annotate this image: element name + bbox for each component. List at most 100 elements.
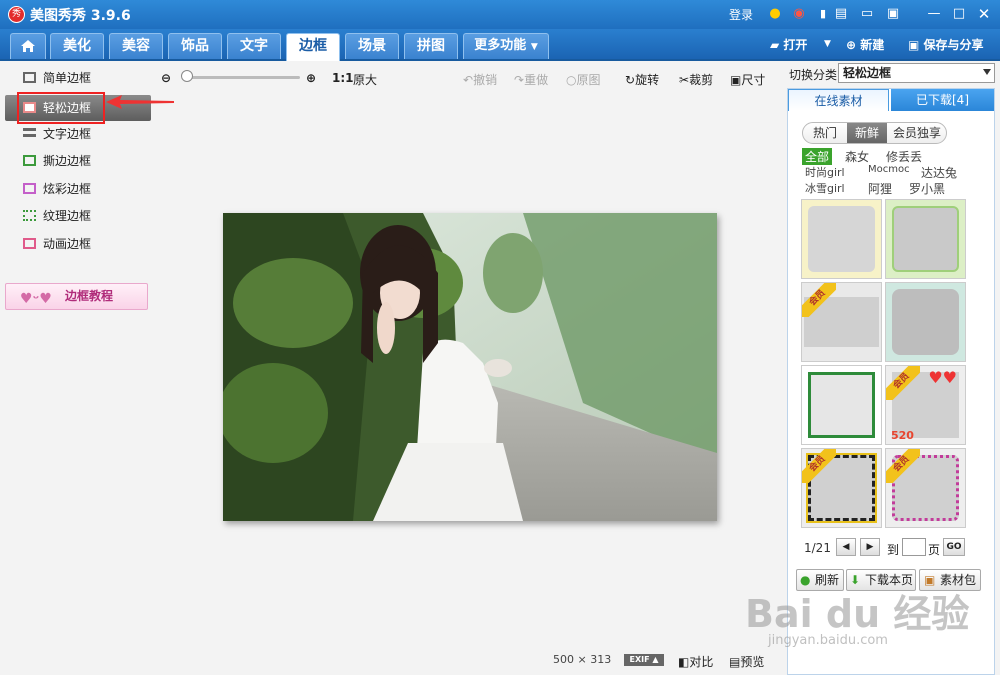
- page-number-input[interactable]: [902, 538, 926, 556]
- original-size-button[interactable]: 原大: [353, 71, 377, 88]
- chevron-left-icon: ◀: [842, 542, 850, 552]
- material-thumb[interactable]: 会员 520 ♥♥: [885, 365, 966, 445]
- border-type-text[interactable]: 文字边框: [18, 123, 148, 145]
- tab-more-features[interactable]: 更多功能 ▼: [463, 33, 549, 59]
- compare-button[interactable]: ◧对比: [678, 653, 713, 670]
- tab-online-materials[interactable]: 在线素材: [788, 89, 889, 111]
- texture-border-icon: [23, 210, 36, 221]
- filter-mocmoc[interactable]: Mocmoc: [868, 164, 910, 175]
- zoom-slider-thumb[interactable]: [181, 70, 193, 82]
- category-label: 切换分类: [789, 68, 838, 82]
- member-ribbon: 会员: [886, 366, 920, 400]
- material-thumb[interactable]: 会员: [801, 448, 882, 528]
- border-type-texture[interactable]: 纹理边框: [18, 205, 148, 227]
- filter-dadatu[interactable]: 达达兔: [921, 164, 957, 181]
- go-button[interactable]: GO: [943, 538, 965, 556]
- member-badge: 会员: [802, 449, 836, 483]
- prev-page-button[interactable]: ◀: [836, 538, 856, 556]
- material-thumb[interactable]: [885, 199, 966, 279]
- redo-button[interactable]: ↷重做: [514, 71, 548, 88]
- member-ribbon: 会员: [802, 283, 836, 317]
- filter-ali[interactable]: 阿狸: [868, 180, 892, 197]
- undo-label: 撤销: [473, 73, 498, 87]
- filter-forest-girl[interactable]: 森女: [845, 148, 869, 165]
- hand-icon: ♥ᵕ♥: [20, 291, 52, 307]
- weibo-icon[interactable]: ◉: [790, 5, 808, 23]
- new-button[interactable]: ⊕ 新建: [846, 36, 884, 53]
- original-icon: ○: [566, 73, 577, 87]
- border-type-animated[interactable]: 动画边框: [18, 233, 148, 255]
- crop-label: 裁剪: [689, 73, 714, 87]
- resize-button[interactable]: ▣尺寸: [730, 71, 765, 88]
- close-icon[interactable]: ✕: [975, 5, 993, 23]
- material-thumb[interactable]: 会员: [801, 282, 882, 362]
- material-thumb[interactable]: [801, 199, 882, 279]
- material-thumb[interactable]: [885, 282, 966, 362]
- border-tutorial-button[interactable]: ♥ᵕ♥ 边框教程: [5, 283, 148, 310]
- actual-size-ratio[interactable]: 1:1: [332, 71, 354, 85]
- qq-icon[interactable]: ●: [766, 5, 784, 23]
- border-type-label: 文字边框: [43, 127, 92, 141]
- zoom-out-icon[interactable]: ⊖: [161, 71, 171, 85]
- chevron-right-icon: ▶: [866, 542, 874, 552]
- border-type-label: 简单边框: [43, 71, 92, 85]
- exif-button[interactable]: EXIF ▲: [624, 654, 664, 666]
- open-dropdown-icon[interactable]: ▼: [824, 39, 831, 49]
- material-thumb[interactable]: [801, 365, 882, 445]
- filter-xiudiudiu[interactable]: 修丢丢: [886, 148, 922, 165]
- border-type-simple[interactable]: 简单边框: [18, 67, 148, 89]
- resize-label: 尺寸: [741, 73, 766, 87]
- menu-icon[interactable]: ▣: [884, 5, 902, 23]
- category-select[interactable]: 轻松边框: [838, 63, 995, 83]
- image-height: 313: [590, 653, 612, 666]
- member-badge: 会员: [802, 283, 836, 317]
- tab-border[interactable]: 边框: [286, 33, 340, 61]
- filter-ice-girl[interactable]: 冰雪girl: [805, 180, 845, 196]
- crop-button[interactable]: ✂裁剪: [679, 71, 713, 88]
- subtab-new[interactable]: 新鲜: [847, 123, 887, 143]
- tab-accessories[interactable]: 饰品: [168, 33, 222, 59]
- minimize-icon[interactable]: —: [925, 5, 943, 23]
- edit-toolbar: ⊖ ⊕ 1:1 原大 ↶撤销 ↷重做 ○原图 ↻旋转 ✂裁剪 ▣尺寸: [158, 63, 783, 93]
- tab-collage[interactable]: 拼图: [404, 33, 458, 59]
- zoom-slider[interactable]: [182, 76, 300, 79]
- feedback-icon[interactable]: ▭: [858, 5, 876, 23]
- rotate-button[interactable]: ↻旋转: [625, 71, 659, 88]
- original-image-button[interactable]: ○原图: [566, 71, 601, 88]
- open-button[interactable]: ▰ 打开: [770, 36, 807, 53]
- thumb-520-text: 520: [891, 429, 914, 442]
- border-type-label: 撕边边框: [43, 154, 92, 168]
- preview-button[interactable]: ▤预览: [729, 653, 764, 670]
- border-type-label: 炫彩边框: [43, 182, 92, 196]
- document-icon[interactable]: ▤: [832, 5, 850, 23]
- home-tab[interactable]: [10, 33, 46, 59]
- photo-canvas[interactable]: [223, 213, 717, 521]
- plus-circle-icon: ⊕: [846, 38, 857, 52]
- save-share-button[interactable]: ▣ 保存与分享: [908, 36, 984, 53]
- border-type-torn[interactable]: 撕边边框: [18, 150, 148, 172]
- open-label: 打开: [783, 38, 808, 52]
- tab-scene[interactable]: 场景: [345, 33, 399, 59]
- maximize-icon[interactable]: □: [950, 5, 968, 23]
- next-page-button[interactable]: ▶: [860, 538, 880, 556]
- tab-text[interactable]: 文字: [227, 33, 281, 59]
- goto-label: 到: [887, 543, 900, 557]
- tutorial-label: 边框教程: [65, 289, 114, 303]
- subtab-member[interactable]: 会员独享: [887, 123, 946, 143]
- filter-all[interactable]: 全部: [802, 148, 833, 165]
- material-subtabs: 热门 新鲜 会员独享: [802, 122, 947, 144]
- tab-beautify[interactable]: 美化: [50, 33, 104, 59]
- material-thumb[interactable]: 会员: [885, 448, 966, 528]
- border-type-colorful[interactable]: 炫彩边框: [18, 178, 148, 200]
- login-link[interactable]: 登录: [729, 6, 753, 23]
- skin-icon[interactable]: ▮: [814, 5, 832, 23]
- tab-downloaded[interactable]: 已下载[4]: [891, 89, 994, 111]
- undo-button[interactable]: ↶撤销: [463, 71, 497, 88]
- zoom-in-icon[interactable]: ⊕: [306, 71, 316, 85]
- tab-retouch[interactable]: 美容: [109, 33, 163, 59]
- thumb-frame: [808, 372, 875, 438]
- filter-fashion-girl[interactable]: 时尚girl: [805, 164, 845, 180]
- subtab-hot[interactable]: 热门: [803, 123, 847, 143]
- filter-luoxiaohei[interactable]: 罗小黑: [909, 180, 945, 197]
- save-share-label: 保存与分享: [923, 38, 984, 52]
